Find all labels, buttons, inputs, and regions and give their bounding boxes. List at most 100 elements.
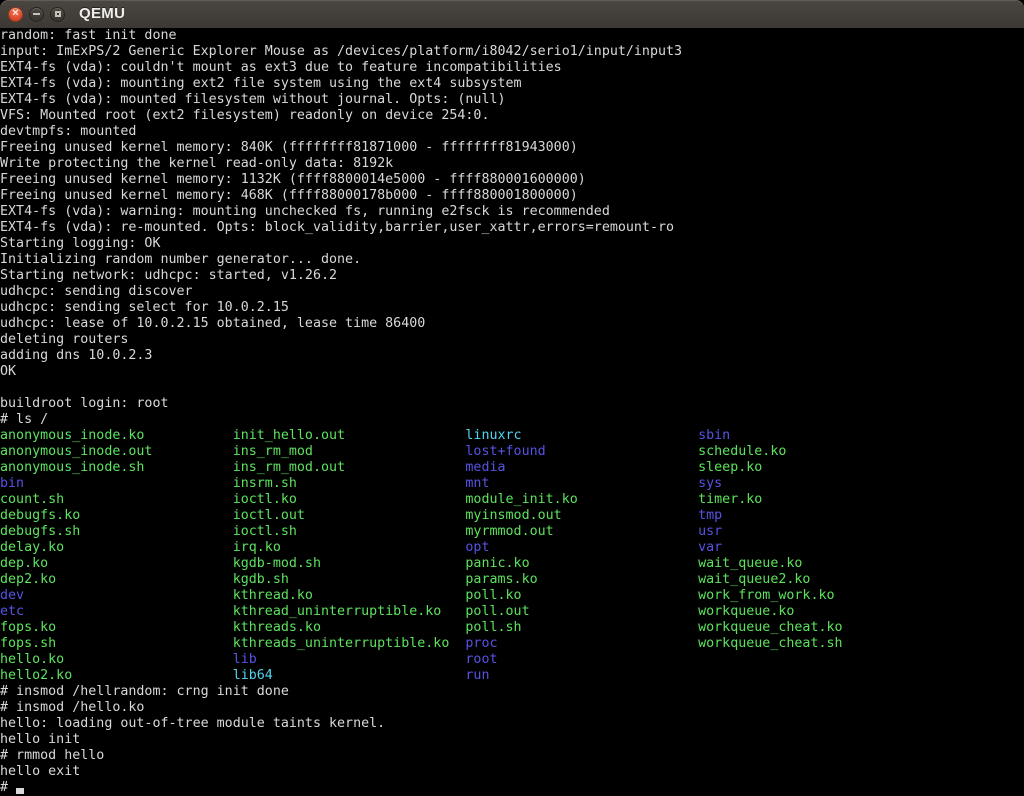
terminal-line: hello init [0,732,1024,748]
ls-entry: proc [465,636,698,651]
ls-entry: linuxrc [465,428,698,443]
ls-entry: kthreads.ko [233,620,466,635]
ls-listing-row: debugfs.sh ioctl.sh myrmmod.out usr [0,524,1024,540]
terminal-line: # rmmod hello [0,748,1024,764]
ls-listing-row: anonymous_inode.ko init_hello.out linuxr… [0,428,1024,444]
terminal-line: hello: loading out-of-tree module taints… [0,716,1024,732]
ls-entry: lib [233,652,466,667]
terminal-line: VFS: Mounted root (ext2 filesystem) read… [0,108,1024,124]
ls-entry: hello.ko [0,652,233,667]
terminal-line: # ls / [0,412,1024,428]
terminal-line: Starting network: udhcpc: started, v1.26… [0,268,1024,284]
ls-entry: insrm.sh [233,476,466,491]
ls-entry: dep2.ko [0,572,233,587]
terminal-line: adding dns 10.0.2.3 [0,348,1024,364]
ls-entry: delay.ko [0,540,233,555]
ls-entry: params.ko [465,572,698,587]
ls-listing-row: hello2.ko lib64 run [0,668,1024,684]
terminal-line: Initializing random number generator... … [0,252,1024,268]
ls-entry: module_init.ko [465,492,698,507]
ls-entry: sleep.ko [698,460,762,475]
ls-entry: mnt [465,476,698,491]
ls-listing-row: dep.ko kgdb-mod.sh panic.ko wait_queue.k… [0,556,1024,572]
ls-entry: timer.ko [698,492,762,507]
ls-entry: usr [698,524,722,539]
ls-entry: kthread_uninterruptible.ko [233,604,466,619]
terminal-line: Write protecting the kernel read-only da… [0,156,1024,172]
ls-listing-row: bin insrm.sh mnt sys [0,476,1024,492]
ls-entry: wait_queue.ko [698,556,802,571]
terminal-line: input: ImExPS/2 Generic Explorer Mouse a… [0,44,1024,60]
terminal-line: devtmpfs: mounted [0,124,1024,140]
ls-entry: kthreads_uninterruptible.ko [233,636,466,651]
terminal-line: OK [0,364,1024,380]
ls-entry: hello2.ko [0,668,233,683]
minimize-icon [33,13,40,15]
ls-entry: debugfs.sh [0,524,233,539]
close-button[interactable]: × [8,7,23,22]
ls-listing-row: count.sh ioctl.ko module_init.ko timer.k… [0,492,1024,508]
ls-entry: init_hello.out [233,428,466,443]
ls-entry: lost+found [465,444,698,459]
ls-entry: var [698,540,722,555]
ls-entry: ioctl.sh [233,524,466,539]
minimize-button[interactable] [29,7,44,22]
terminal-line: EXT4-fs (vda): mounting ext2 file system… [0,76,1024,92]
ls-entry: bin [0,476,233,491]
maximize-icon [55,11,61,17]
shell-prompt: # [0,780,16,795]
text-cursor [16,788,24,794]
ls-listing-row: anonymous_inode.sh ins_rm_mod.out media … [0,460,1024,476]
ls-listing-row: etc kthread_uninterruptible.ko poll.out … [0,604,1024,620]
ls-entry: ins_rm_mod.out [233,460,466,475]
ls-entry: kgdb-mod.sh [233,556,466,571]
ls-entry: kgdb.sh [233,572,466,587]
window-title: QEMU [79,0,125,28]
ls-entry: run [465,668,489,683]
ls-listing-row: anonymous_inode.out ins_rm_mod lost+foun… [0,444,1024,460]
ls-entry: poll.sh [465,620,698,635]
terminal-line: EXT4-fs (vda): warning: mounting uncheck… [0,204,1024,220]
ls-entry: root [465,652,497,667]
ls-entry: ins_rm_mod [233,444,466,459]
ls-entry: schedule.ko [698,444,786,459]
ls-entry: debugfs.ko [0,508,233,523]
ls-entry: etc [0,604,233,619]
terminal-line: udhcpc: sending select for 10.0.2.15 [0,300,1024,316]
ls-entry: count.sh [0,492,233,507]
ls-entry: anonymous_inode.ko [0,428,233,443]
ls-listing-row: hello.ko lib root [0,652,1024,668]
titlebar[interactable]: × QEMU [0,0,1024,28]
ls-listing-row: dev kthread.ko poll.ko work_from_work.ko [0,588,1024,604]
ls-entry: fops.ko [0,620,233,635]
terminal-line: udhcpc: sending discover [0,284,1024,300]
ls-listing-row: debugfs.ko ioctl.out myinsmod.out tmp [0,508,1024,524]
ls-entry: anonymous_inode.out [0,444,233,459]
ls-entry: anonymous_inode.sh [0,460,233,475]
terminal-line: udhcpc: lease of 10.0.2.15 obtained, lea… [0,316,1024,332]
ls-entry: tmp [698,508,722,523]
terminal-line: EXT4-fs (vda): re-mounted. Opts: block_v… [0,220,1024,236]
ls-listing-row: dep2.ko kgdb.sh params.ko wait_queue2.ko [0,572,1024,588]
ls-listing-row: fops.ko kthreads.ko poll.sh workqueue_ch… [0,620,1024,636]
maximize-button[interactable] [50,7,65,22]
terminal-screen[interactable]: random: fast init doneinput: ImExPS/2 Ge… [0,28,1024,796]
terminal-line: buildroot login: root [0,396,1024,412]
terminal-line [0,380,1024,396]
terminal-line: deleting routers [0,332,1024,348]
ls-entry: workqueue_cheat.sh [698,636,842,651]
ls-entry: lib64 [233,668,466,683]
terminal-line: EXT4-fs (vda): couldn't mount as ext3 du… [0,60,1024,76]
ls-entry: kthread.ko [233,588,466,603]
ls-entry: irq.ko [233,540,466,555]
ls-entry: myrmmod.out [465,524,698,539]
ls-entry: fops.sh [0,636,233,651]
ls-entry: workqueue_cheat.ko [698,620,842,635]
terminal-line: Freeing unused kernel memory: 1132K (fff… [0,172,1024,188]
ls-entry: media [465,460,698,475]
ls-entry: poll.out [465,604,698,619]
ls-entry: sys [698,476,722,491]
ls-listing-row: delay.ko irq.ko opt var [0,540,1024,556]
ls-entry: wait_queue2.ko [698,572,810,587]
ls-entry: ioctl.ko [233,492,466,507]
